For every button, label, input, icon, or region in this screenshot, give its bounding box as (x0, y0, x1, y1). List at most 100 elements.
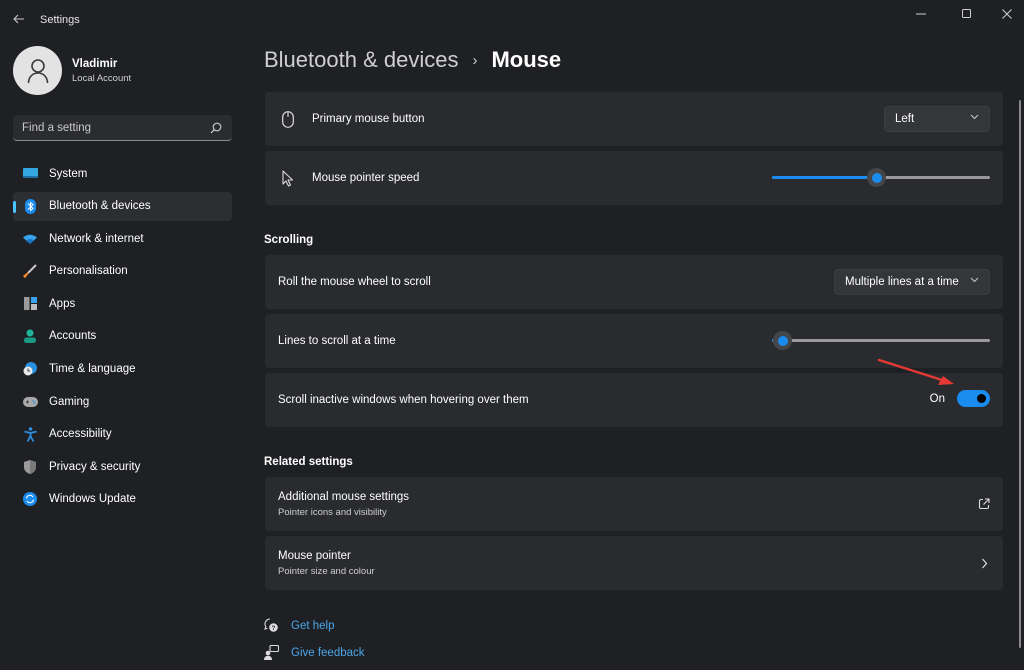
avatar (13, 46, 62, 95)
sidebar-item-label: Windows Update (49, 493, 136, 506)
user-profile[interactable]: Vladimir Local Account (13, 46, 131, 95)
time-language-icon (22, 361, 38, 377)
roll-wheel-card: Roll the mouse wheel to scroll Multiple … (265, 255, 1003, 309)
svg-text:?: ? (272, 626, 276, 632)
chevron-right-icon: › (472, 51, 478, 69)
give-feedback-row[interactable]: Give feedback (264, 645, 365, 660)
sidebar-item-system[interactable]: System (13, 159, 232, 188)
wifi-icon (22, 231, 38, 247)
breadcrumb: Bluetooth & devices › Mouse (264, 47, 561, 73)
scroll-inactive-toggle[interactable] (957, 390, 990, 407)
app-title: Settings (40, 14, 80, 26)
sidebar-item-label: Personalisation (49, 265, 128, 278)
brush-icon (22, 263, 38, 279)
maximize-icon (962, 9, 971, 18)
related-item-mouse-pointer[interactable]: Mouse pointer Pointer size and colour (265, 536, 1003, 590)
lines-to-scroll-card: Lines to scroll at a time (265, 314, 1003, 368)
sidebar-item-label: Bluetooth & devices (49, 200, 151, 213)
back-button[interactable] (8, 8, 30, 30)
slider-fill (772, 176, 877, 179)
mouse-pointer-speed-card: Mouse pointer speed (265, 151, 1003, 205)
sidebar-item-label: Accessibility (49, 428, 112, 441)
chevron-right-icon (982, 558, 988, 569)
give-feedback-link[interactable]: Give feedback (291, 647, 365, 659)
sidebar-item-accounts[interactable]: Accounts (13, 322, 232, 351)
shield-icon (22, 459, 38, 475)
sidebar-item-windows-update[interactable]: Windows Update (13, 485, 232, 514)
gamepad-icon (22, 394, 38, 410)
accounts-icon (22, 328, 38, 344)
help-icon: ? (264, 618, 278, 632)
sidebar-item-personalisation[interactable]: Personalisation (13, 257, 232, 286)
chevron-down-icon (970, 277, 979, 283)
title-bar: Settings (0, 0, 1024, 40)
user-icon (27, 58, 48, 83)
sidebar-item-privacy-security[interactable]: Privacy & security (13, 452, 232, 481)
profile-account-type: Local Account (72, 72, 132, 84)
scrolling-section-title: Scrolling (264, 234, 314, 246)
sidebar-item-label: Time & language (49, 363, 136, 376)
profile-name: Vladimir (72, 57, 118, 70)
related-item-subtitle: Pointer size and colour (278, 566, 375, 577)
sidebar-item-label: Network & internet (49, 232, 144, 245)
scroll-inactive-windows-card: Scroll inactive windows when hovering ov… (265, 373, 1003, 427)
search-box[interactable] (13, 115, 232, 141)
roll-wheel-dropdown[interactable]: Multiple lines at a time (834, 269, 990, 295)
related-item-subtitle: Pointer icons and visibility (278, 507, 387, 518)
content-scrollbar[interactable] (1019, 100, 1021, 648)
search-icon (210, 122, 222, 134)
feedback-icon (264, 645, 279, 660)
accessibility-icon (22, 426, 38, 442)
toggle-state-label: On (929, 392, 945, 405)
sidebar-item-network-internet[interactable]: Network & internet (13, 224, 232, 253)
lines-to-scroll-label: Lines to scroll at a time (278, 335, 396, 347)
primary-mouse-button-dropdown[interactable]: Left (884, 106, 990, 132)
sidebar-item-accessibility[interactable]: Accessibility (13, 420, 232, 449)
back-arrow-icon (13, 14, 24, 24)
lines-to-scroll-slider[interactable] (772, 331, 990, 351)
related-item-title: Mouse pointer (278, 550, 351, 562)
sidebar-item-label: System (49, 167, 88, 180)
scroll-inactive-windows-label: Scroll inactive windows when hovering ov… (278, 394, 529, 406)
sidebar-item-apps[interactable]: Apps (13, 289, 232, 318)
slider-thumb[interactable] (773, 331, 793, 350)
dropdown-value: Multiple lines at a time (845, 276, 959, 288)
sidebar-item-label: Apps (49, 297, 76, 310)
settings-window: Settings Vladimir Local Account Find a s… (0, 0, 1024, 670)
primary-mouse-button-label: Primary mouse button (312, 113, 425, 125)
open-external-icon (978, 498, 990, 510)
sidebar-item-label: Gaming (49, 395, 90, 408)
sidebar-item-bluetooth-devices[interactable]: Bluetooth & devices (13, 191, 232, 221)
close-button[interactable] (990, 0, 1024, 28)
mouse-icon (280, 110, 296, 128)
page-title: Mouse (491, 47, 562, 72)
maximize-button[interactable] (944, 0, 990, 28)
sidebar-nav: System Bluetooth & devices Network & int… (13, 159, 232, 518)
update-icon (22, 491, 38, 507)
minimize-icon (916, 13, 926, 15)
roll-wheel-label: Roll the mouse wheel to scroll (278, 276, 431, 288)
pointer-speed-slider[interactable] (772, 168, 990, 188)
related-item-additional-mouse-settings[interactable]: Additional mouse settings Pointer icons … (265, 477, 1003, 531)
sidebar-item-time-language[interactable]: Time & language (13, 355, 232, 384)
close-icon (1002, 9, 1012, 19)
get-help-link[interactable]: Get help (291, 620, 334, 632)
chevron-down-icon (970, 114, 979, 120)
search-input[interactable] (22, 121, 202, 134)
mouse-pointer-speed-label: Mouse pointer speed (312, 172, 420, 184)
minimize-button[interactable] (898, 0, 944, 28)
system-icon (22, 166, 38, 182)
related-item-title: Additional mouse settings (278, 491, 410, 503)
pointer-icon (280, 169, 296, 187)
breadcrumb-parent[interactable]: Bluetooth & devices (264, 47, 458, 73)
apps-icon (22, 296, 38, 312)
sidebar-item-gaming[interactable]: Gaming (13, 387, 232, 416)
related-settings-title: Related settings (264, 456, 353, 468)
dropdown-value: Left (895, 113, 915, 125)
sidebar-item-label: Privacy & security (49, 460, 141, 473)
get-help-row[interactable]: ? Get help (264, 618, 334, 633)
sidebar-item-label: Accounts (49, 330, 97, 343)
scroll-inactive-toggle-group: On (930, 390, 990, 407)
bluetooth-icon (22, 198, 38, 214)
slider-thumb[interactable] (867, 168, 887, 187)
